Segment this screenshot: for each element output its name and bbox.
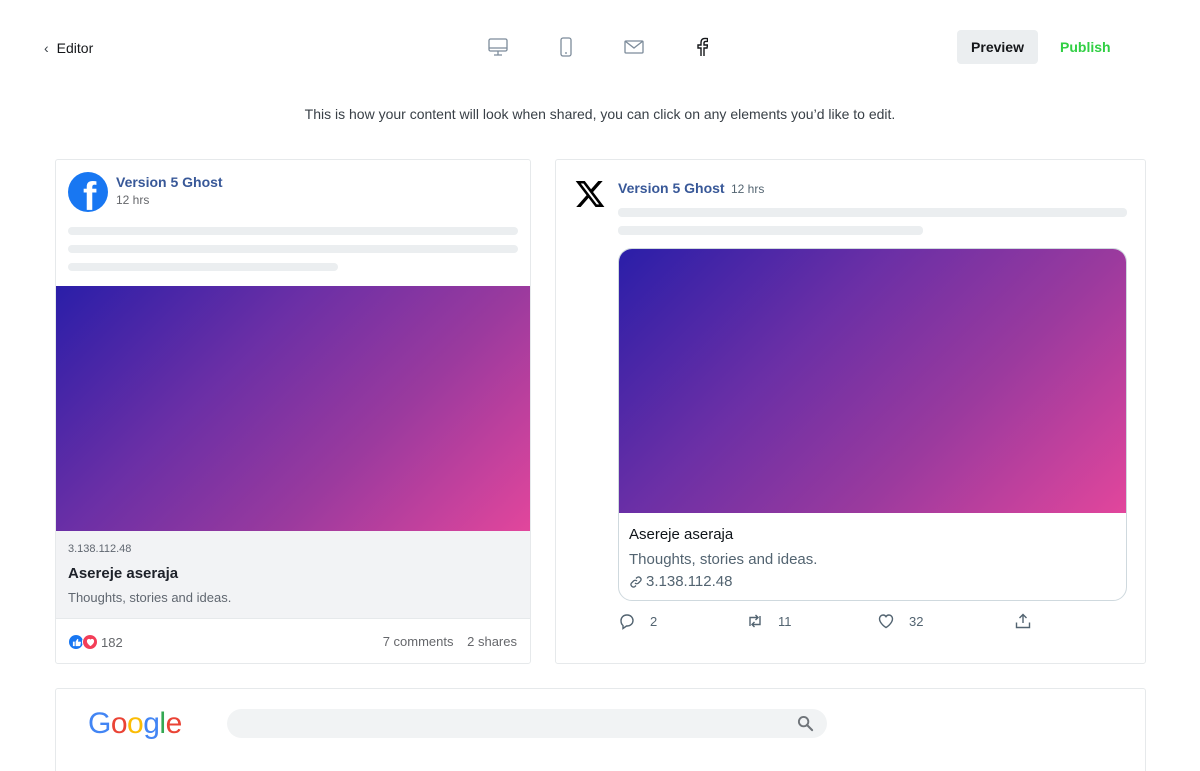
like-action[interactable]: 32 (877, 612, 923, 630)
retweet-icon (749, 614, 761, 628)
facebook-description[interactable]: Thoughts, stories and ideas. (68, 590, 231, 605)
facebook-domain: 3.138.112.48 (68, 543, 132, 555)
search-icon (797, 715, 814, 732)
x-link-domain: 3.138.112.48 (646, 573, 733, 590)
reply-action[interactable]: 2 (618, 612, 657, 630)
reaction-count: 182 (101, 634, 123, 650)
email-preview-button[interactable] (614, 30, 654, 64)
mobile-preview-button[interactable] (546, 30, 586, 64)
google-search-bar[interactable] (227, 709, 827, 738)
love-reaction-icon (82, 634, 98, 650)
link-icon (630, 575, 642, 588)
facebook-site-name[interactable]: Version 5 Ghost (116, 174, 223, 190)
share-count: 2 shares (467, 634, 517, 649)
reply-count: 2 (650, 613, 658, 629)
google-preview-card: Google (55, 688, 1146, 771)
preview-button[interactable]: Preview (957, 30, 1038, 64)
mobile-icon (560, 37, 572, 57)
like-count: 32 (909, 613, 924, 629)
facebook-engagement: 7 comments 2 shares (383, 634, 517, 649)
retweet-count: 11 (778, 613, 792, 629)
facebook-logo-icon: f (68, 172, 108, 212)
back-to-editor-link[interactable]: ‹ Editor (44, 38, 93, 58)
chevron-left-icon: ‹ (44, 40, 49, 56)
skeleton-line (618, 226, 923, 235)
desktop-icon (488, 38, 508, 56)
facebook-post-time: 12 hrs (116, 193, 150, 207)
x-site-name[interactable]: Version 5 Ghost (618, 180, 725, 196)
x-preview-card: Version 5 Ghost 12 hrs Asereje aseraja T… (555, 159, 1146, 664)
comment-count: 7 comments (382, 634, 454, 649)
facebook-feature-image[interactable] (56, 286, 530, 531)
google-logo: Google (88, 707, 182, 740)
back-label: Editor (56, 40, 94, 56)
skeleton-line (618, 208, 1127, 217)
facebook-reactions: 182 (68, 633, 123, 651)
skeleton-line (68, 263, 338, 271)
retweet-action[interactable]: 11 (746, 612, 792, 630)
share-action[interactable] (1014, 612, 1032, 630)
x-post-time: 12 hrs (731, 182, 765, 196)
heart-icon (878, 614, 894, 629)
x-actions-bar: 2 11 32 (618, 612, 1038, 632)
facebook-preview-card: f Version 5 Ghost 12 hrs 3.138.112.48 As… (55, 159, 531, 664)
facebook-icon (697, 37, 708, 56)
x-description[interactable]: Thoughts, stories and ideas. (629, 551, 817, 568)
x-title[interactable]: Asereje aseraja (629, 526, 733, 543)
social-preview-button[interactable] (682, 30, 722, 64)
publish-button[interactable]: Publish (1048, 30, 1120, 64)
facebook-link-meta: 3.138.112.48 Asereje aseraja Thoughts, s… (56, 531, 530, 619)
preview-hint: This is how your content will look when … (304, 106, 896, 122)
x-feature-image[interactable] (619, 249, 1126, 513)
x-logo-icon (575, 181, 605, 207)
share-icon (1015, 613, 1031, 629)
skeleton-line (68, 245, 518, 253)
email-icon (624, 40, 644, 54)
reply-icon (620, 614, 634, 630)
skeleton-line (68, 227, 518, 235)
x-link: 3.138.112.48 (629, 573, 732, 590)
social-preview-page: ‹ Editor Preview Publish This is how you… (0, 0, 1200, 771)
preview-mode-switcher (478, 30, 750, 64)
desktop-preview-button[interactable] (478, 30, 518, 64)
facebook-title[interactable]: Asereje aseraja (68, 565, 178, 582)
x-link-card[interactable]: Asereje aseraja Thoughts, stories and id… (618, 248, 1127, 601)
